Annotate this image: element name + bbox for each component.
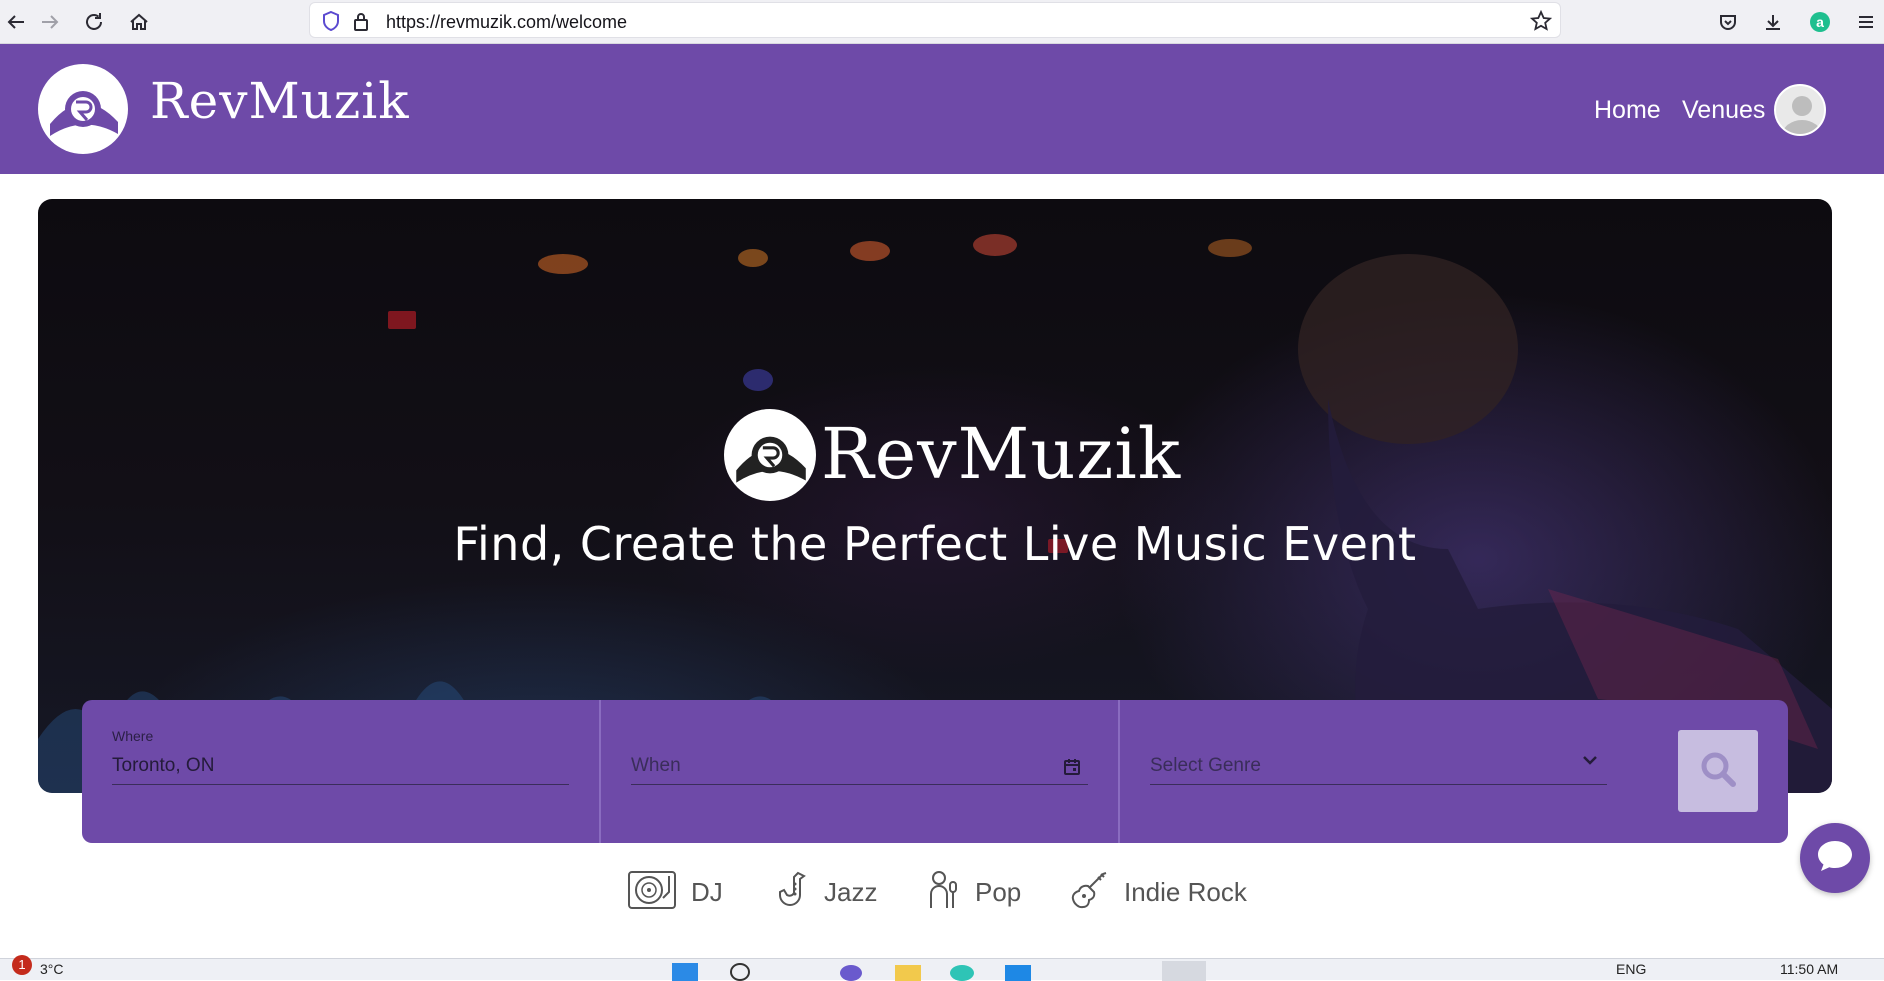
back-icon[interactable] [0, 6, 32, 38]
genre-chip-jazz[interactable]: Jazz [770, 870, 878, 915]
reload-icon[interactable] [78, 6, 110, 38]
address-bar[interactable]: https://revmuzik.com/welcome [309, 2, 1561, 38]
svg-text:a: a [1816, 14, 1824, 30]
stage-light [538, 254, 588, 274]
genre-select-value[interactable]: Select Genre [1150, 755, 1261, 777]
search-button[interactable] [1678, 730, 1758, 812]
browser-app-icon[interactable] [950, 965, 974, 981]
url-text[interactable]: https://revmuzik.com/welcome [386, 12, 627, 33]
forward-icon[interactable] [34, 6, 66, 38]
site-header: RevMuzik Home Venues [0, 44, 1884, 174]
windows-start-icon[interactable] [672, 963, 698, 981]
download-icon[interactable] [1757, 6, 1789, 38]
chevron-down-icon[interactable] [1580, 750, 1600, 775]
event-search-panel: Where Toronto, ON When Select Genre [82, 700, 1788, 843]
where-label: Where [112, 728, 154, 744]
where-field[interactable]: Where Toronto, ON [82, 700, 599, 843]
nav-link-home[interactable]: Home [1594, 96, 1661, 125]
where-input[interactable]: Toronto, ON [112, 755, 214, 777]
pocket-icon[interactable] [1712, 6, 1744, 38]
search-taskbar-icon[interactable] [730, 963, 750, 981]
turntable-icon [627, 870, 677, 915]
app-icon[interactable] [840, 965, 862, 981]
when-underline [631, 784, 1088, 785]
lock-icon[interactable] [350, 10, 372, 32]
nav-link-venues[interactable]: Venues [1682, 96, 1765, 125]
app-icon[interactable] [1005, 965, 1031, 981]
saxophone-icon [770, 870, 810, 915]
genre-underline [1150, 784, 1607, 785]
brand-logo-icon[interactable] [38, 64, 128, 154]
stage-light [743, 369, 773, 391]
stage-light [388, 311, 416, 329]
genre-select[interactable]: Select Genre [1120, 700, 1637, 843]
chat-bubble-icon [1815, 838, 1855, 879]
hero-brand-name: RevMuzik [821, 413, 1182, 495]
when-input[interactable]: When [631, 755, 681, 777]
genre-chip-indie-rock[interactable]: Indie Rock [1070, 870, 1247, 915]
brand-name[interactable]: RevMuzik [150, 72, 410, 130]
active-app-icon[interactable] [1162, 961, 1206, 981]
chat-button[interactable] [1800, 823, 1870, 893]
notification-badge[interactable]: 1 [12, 955, 32, 975]
when-field[interactable]: When [601, 700, 1118, 843]
electric-guitar-icon [1070, 870, 1110, 915]
weather-text[interactable]: 3°C [40, 961, 64, 977]
stage-light [850, 241, 890, 261]
language-indicator[interactable]: ENG [1616, 961, 1646, 977]
stage-light [973, 234, 1017, 256]
genre-label: Indie Rock [1124, 876, 1247, 907]
genre-chip-pop[interactable]: Pop [925, 870, 1022, 915]
shield-icon[interactable] [320, 10, 342, 32]
browser-toolbar: https://revmuzik.com/welcome a [0, 0, 1884, 44]
menu-icon[interactable] [1850, 6, 1882, 38]
genre-label: Pop [975, 876, 1022, 907]
genre-chip-dj[interactable]: DJ [627, 870, 723, 915]
user-avatar-icon[interactable] [1774, 84, 1826, 136]
clock-time[interactable]: 11:50 AM [1780, 961, 1838, 977]
genre-label: Jazz [824, 876, 878, 907]
extension-icon[interactable]: a [1804, 6, 1836, 38]
file-explorer-icon[interactable] [895, 965, 921, 981]
home-icon[interactable] [123, 6, 155, 38]
bookmark-star-icon[interactable] [1529, 9, 1553, 32]
hero-logo-icon [724, 409, 816, 501]
where-underline [112, 784, 569, 785]
stage-light [738, 249, 768, 267]
os-taskbar: 1 3°C ENG 11:50 AM [0, 955, 1884, 981]
calendar-icon[interactable] [1063, 758, 1081, 781]
microphone-singer-icon [925, 870, 961, 915]
genre-label: DJ [691, 876, 723, 907]
search-icon [1698, 749, 1738, 794]
hero-tagline: Find, Create the Perfect Live Music Even… [453, 517, 1417, 571]
